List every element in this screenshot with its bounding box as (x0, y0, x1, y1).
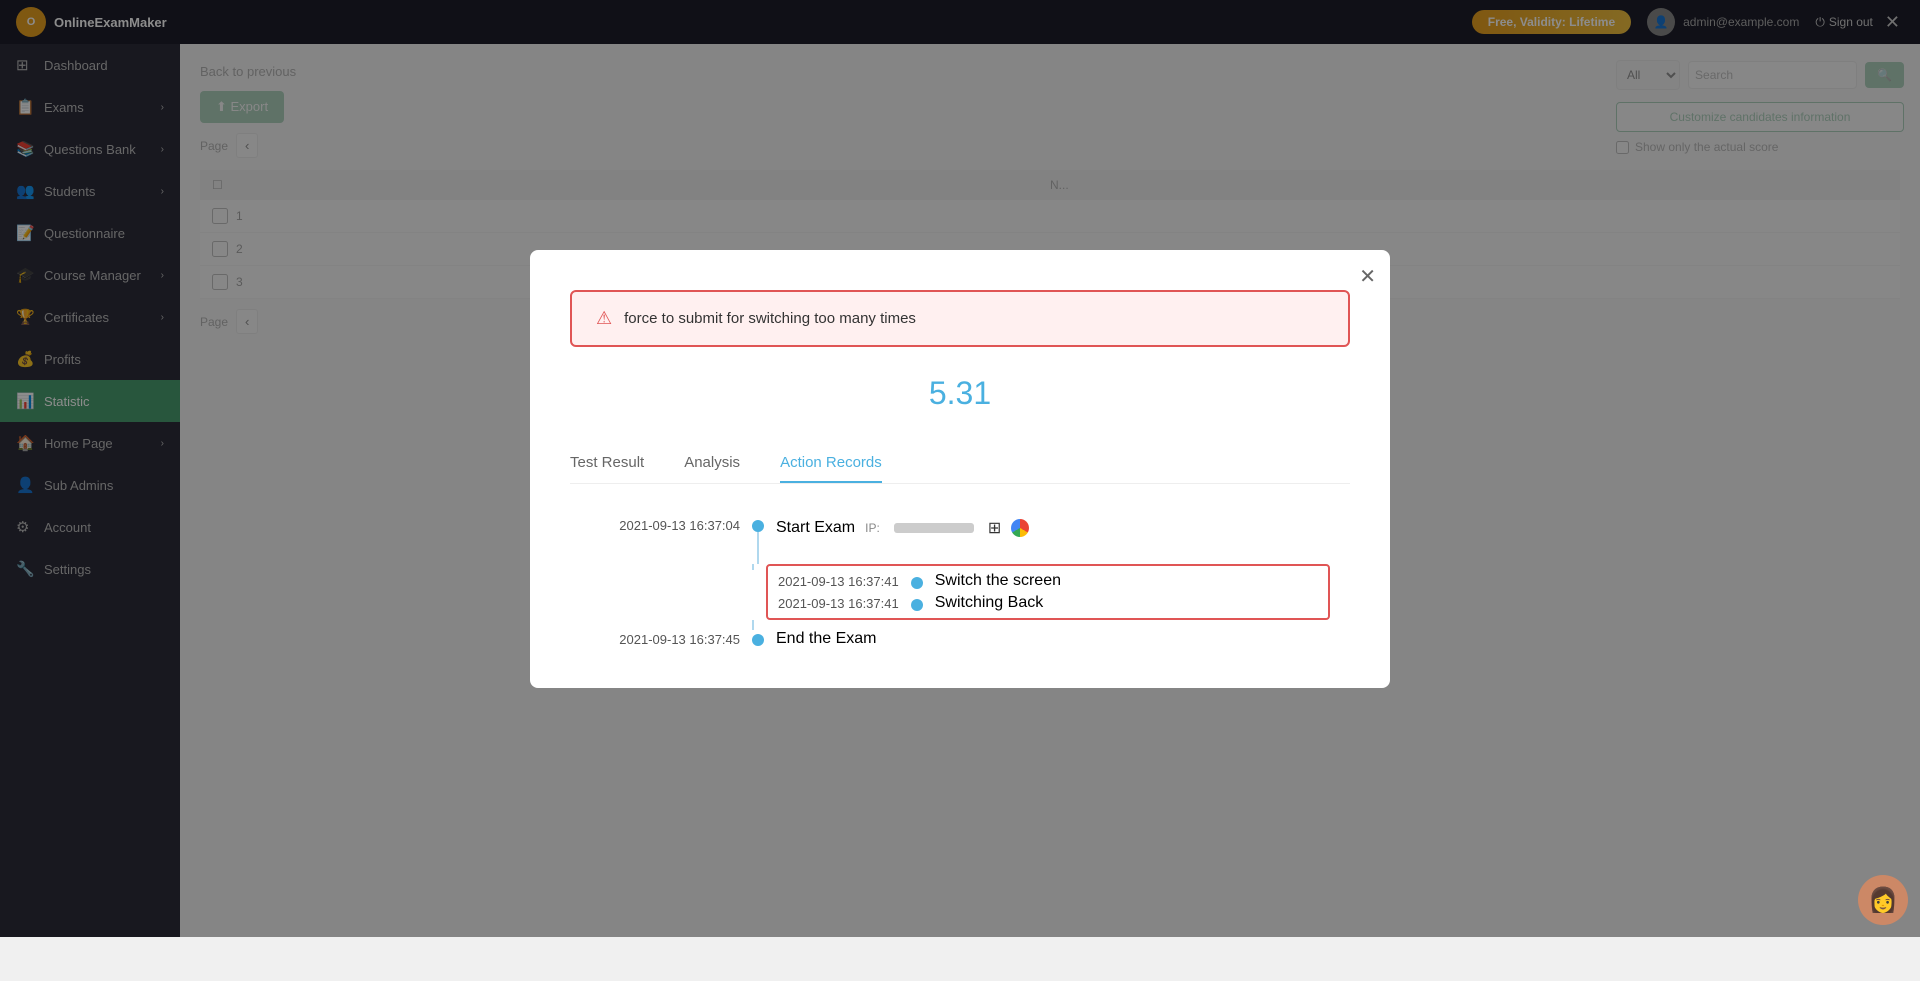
timeline-time-2: 2021-09-13 16:37:41 (778, 572, 899, 589)
windows-icon: ⊞ (988, 518, 1001, 538)
timeline-ip-label: IP: (865, 521, 880, 535)
modal-tabs: Test Result Analysis Action Records (570, 444, 1350, 484)
ip-blur (894, 523, 974, 533)
timeline-content-1: Start Exam IP: ⊞ (776, 516, 1029, 538)
timeline-dot-2 (911, 577, 923, 589)
timeline-item-4: 2021-09-13 16:37:45 End the Exam (590, 630, 1330, 648)
timeline-item-3: 2021-09-13 16:37:41 Switching Back (778, 594, 1318, 612)
timeline-highlighted-group: 2021-09-13 16:37:41 Switch the screen 20… (590, 564, 1330, 620)
tab-analysis[interactable]: Analysis (684, 444, 740, 483)
modal-dialog: ✕ ⚠ force to submit for switching too ma… (530, 250, 1390, 688)
alert-banner: ⚠ force to submit for switching too many… (570, 290, 1350, 347)
timeline-item-1: 2021-09-13 16:37:04 Start Exam IP: ⊞ (590, 516, 1330, 564)
timeline-item-2: 2021-09-13 16:37:41 Switch the screen (778, 572, 1318, 590)
tab-action-records[interactable]: Action Records (780, 444, 882, 483)
user-avatar-bottom[interactable]: 👩 (1858, 875, 1908, 925)
tab-test-result-label: Test Result (570, 454, 644, 471)
timeline: 2021-09-13 16:37:04 Start Exam IP: ⊞ (570, 516, 1350, 648)
timeline-event-3: Switching Back (935, 594, 1044, 612)
timeline-event-4: End the Exam (776, 630, 877, 648)
tab-analysis-label: Analysis (684, 454, 740, 471)
chrome-icon (1011, 519, 1029, 537)
timeline-event-2: Switch the screen (935, 572, 1061, 590)
tab-action-records-label: Action Records (780, 454, 882, 471)
timeline-dot-1 (752, 520, 764, 532)
timeline-time-1: 2021-09-13 16:37:04 (590, 516, 740, 533)
timeline-event-1: Start Exam (776, 519, 855, 537)
timeline-time-4: 2021-09-13 16:37:45 (590, 630, 740, 647)
tab-test-result[interactable]: Test Result (570, 444, 644, 483)
modal-close-button[interactable]: ✕ (1359, 264, 1376, 289)
timeline-time-3: 2021-09-13 16:37:41 (778, 594, 899, 611)
timeline-connector (590, 620, 1330, 630)
score-display: 5.31 (570, 375, 1350, 412)
highlighted-events-box: 2021-09-13 16:37:41 Switch the screen 20… (766, 564, 1330, 620)
timeline-dot-4 (752, 634, 764, 646)
warning-icon: ⚠ (596, 308, 612, 329)
timeline-dot-3 (911, 599, 923, 611)
alert-message: force to submit for switching too many t… (624, 310, 916, 327)
